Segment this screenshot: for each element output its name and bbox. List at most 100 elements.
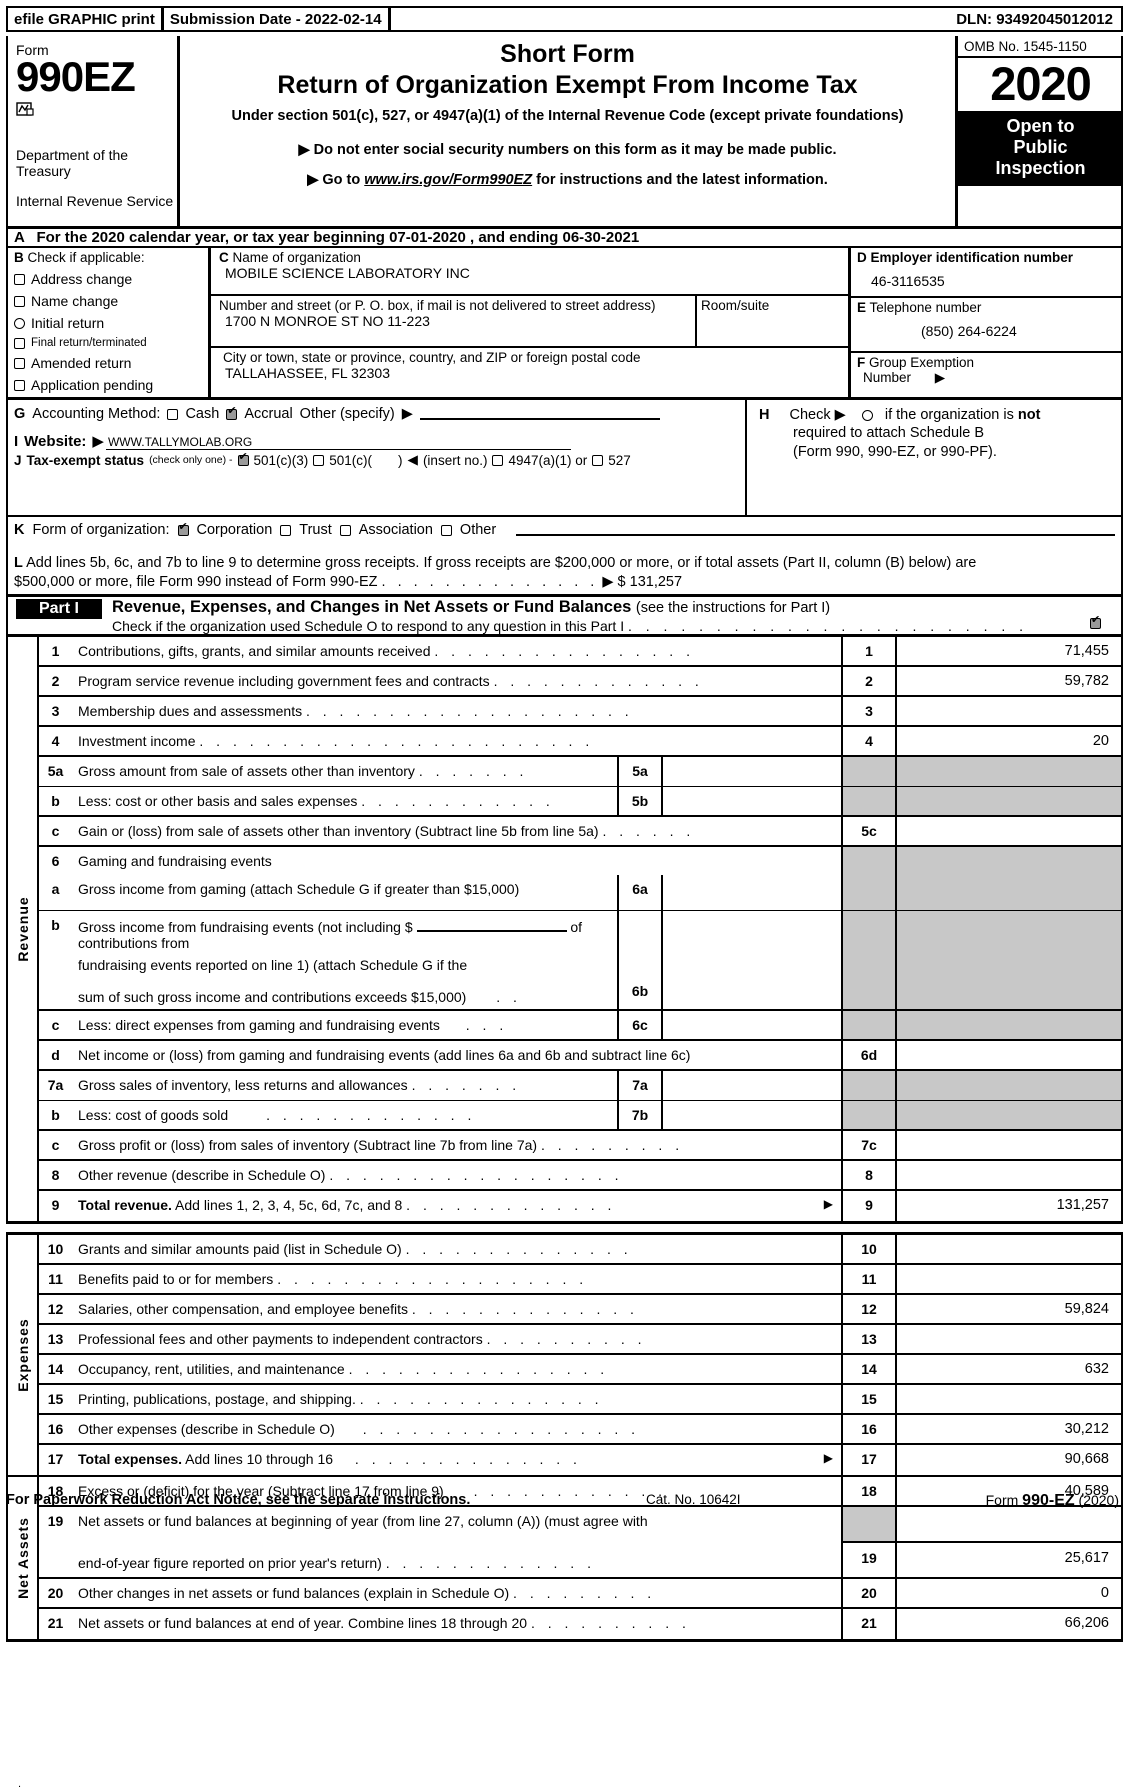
subline-label: 7b <box>617 1101 663 1129</box>
shaded-amount-cell <box>897 1011 1121 1039</box>
row-amount[interactable] <box>897 697 1121 725</box>
row-number: b <box>51 1107 60 1123</box>
row-description: Less: direct expenses from gaming and fu… <box>72 1011 617 1039</box>
subline-label: 5a <box>617 757 663 786</box>
ein-segment: D Employer identification number 46-3116… <box>851 248 1123 298</box>
checkbox-row-name-change[interactable]: Name change <box>14 293 208 309</box>
row-amount[interactable]: 66,206 <box>897 1609 1121 1639</box>
row-amount[interactable]: 131,257 <box>897 1191 1121 1221</box>
line-h-arrow-icon: ▶ <box>834 407 846 423</box>
status-527-checkbox[interactable] <box>592 454 604 466</box>
row-line-label: 6d <box>841 1041 897 1069</box>
part-i-title: Revenue, Expenses, and Changes in Net As… <box>112 598 830 617</box>
status-501c-checkbox[interactable] <box>313 454 325 466</box>
checkbox-row-address-change[interactable]: Address change <box>14 271 208 287</box>
trust-checkbox[interactable] <box>280 524 292 536</box>
website-label: Website: <box>24 433 87 450</box>
row-dots: . . . . . . . . . . . . <box>361 793 555 809</box>
row-number: 6 <box>51 853 60 869</box>
row-amount[interactable]: 632 <box>897 1355 1121 1383</box>
irs-website-link[interactable]: www.irs.gov/Form990EZ <box>364 172 532 188</box>
cash-checkbox[interactable] <box>167 408 179 420</box>
row-number: 12 <box>47 1301 64 1317</box>
row-number: 19 <box>47 1513 64 1529</box>
expenses-side-label: Expenses <box>8 1235 39 1475</box>
row-amount[interactable]: 59,824 <box>897 1295 1121 1323</box>
other-arrow-icon: ▶ <box>401 406 413 422</box>
checkbox-row-initial-return[interactable]: Initial return <box>14 315 208 331</box>
row-line-label: 21 <box>841 1609 897 1639</box>
insert-no-input[interactable] <box>377 459 394 461</box>
row-line-label: 15 <box>841 1385 897 1413</box>
application-pending-checkbox[interactable] <box>14 379 25 391</box>
subline-amount[interactable] <box>663 757 841 786</box>
row-amount[interactable]: 90,668 <box>897 1445 1121 1475</box>
ssn-warning-text: Do not enter social security numbers on … <box>313 142 837 158</box>
name-change-checkbox[interactable] <box>14 295 25 307</box>
row-description-text: Add lines 1, 2, 3, 4, 5c, 6d, 7c, and 8 <box>175 1197 403 1213</box>
row-line-label: 2 <box>841 667 897 695</box>
subline-amount[interactable] <box>663 875 841 910</box>
checkbox-row-amended-return[interactable]: Amended return <box>14 355 208 371</box>
other-org-input[interactable] <box>516 524 1115 536</box>
table-row: c Less: direct expenses from gaming and … <box>39 1011 1121 1041</box>
row-amount[interactable]: 30,212 <box>897 1415 1121 1443</box>
subline-amount[interactable] <box>663 787 841 815</box>
row-amount[interactable]: 25,617 <box>897 1543 1121 1577</box>
row-amount[interactable] <box>897 817 1121 845</box>
row-description-text: Less: direct expenses from gaming and fu… <box>78 1017 440 1033</box>
row-description: Occupancy, rent, utilities, and maintena… <box>72 1355 841 1383</box>
row-amount[interactable] <box>897 1235 1121 1263</box>
row-amount[interactable] <box>897 1325 1121 1353</box>
row-description-text: Occupancy, rent, utilities, and maintena… <box>78 1361 345 1377</box>
shaded-cell <box>841 847 897 875</box>
empty-amount-cell <box>897 1507 1121 1543</box>
row-amount[interactable] <box>897 1041 1121 1069</box>
line-l-dots: . . . . . . . . . . . . . . <box>381 573 599 590</box>
row-description: Contributions, gifts, grants, and simila… <box>72 637 841 665</box>
row-amount[interactable]: 0 <box>897 1579 1121 1607</box>
subline-amount[interactable] <box>663 911 841 1009</box>
row-amount-stack: 25,617 <box>897 1507 1121 1577</box>
subline-amount[interactable] <box>663 1071 841 1100</box>
final-return-checkbox[interactable] <box>14 337 25 349</box>
address-change-label: Address change <box>31 271 133 287</box>
row-amount[interactable] <box>897 1265 1121 1293</box>
address-change-checkbox[interactable] <box>14 273 25 285</box>
row-amount[interactable]: 20 <box>897 727 1121 755</box>
status-4947a1-checkbox[interactable] <box>492 454 504 466</box>
row-amount[interactable] <box>897 1131 1121 1159</box>
table-row: b Gross income from fundraising events (… <box>39 911 1121 1011</box>
other-specify-input[interactable] <box>419 408 660 420</box>
schedule-o-checkbox[interactable] <box>1090 615 1101 629</box>
group-exemption-label-1: Group Exemption <box>869 355 975 370</box>
checkbox-row-final-return[interactable]: Final return/terminated <box>14 337 208 349</box>
website-value[interactable]: WWW.TALLYMOLAB.ORG <box>105 435 571 450</box>
revenue-section: Revenue 1 Contributions, gifts, grants, … <box>6 637 1123 1224</box>
status-501c3-checkbox[interactable] <box>237 452 249 466</box>
row-amount[interactable]: 59,782 <box>897 667 1121 695</box>
amended-return-label: Amended return <box>31 355 132 371</box>
row-amount[interactable]: 71,455 <box>897 637 1121 665</box>
corporation-checkbox[interactable] <box>177 522 189 536</box>
table-row: 9 Total revenue. Add lines 1, 2, 3, 4, 5… <box>39 1191 1121 1221</box>
fundraising-contrib-input[interactable] <box>416 919 567 932</box>
other-org-checkbox[interactable] <box>440 524 452 536</box>
table-row: a Gross income from gaming (attach Sched… <box>39 875 1121 911</box>
row-amount[interactable] <box>897 1385 1121 1413</box>
accrual-checkbox[interactable] <box>226 406 238 420</box>
subline-amount[interactable] <box>663 1101 841 1129</box>
association-checkbox[interactable] <box>339 524 351 536</box>
checkbox-row-application-pending[interactable]: Application pending <box>14 377 208 393</box>
row-amount[interactable] <box>897 1161 1121 1189</box>
line-a-text: For the 2020 calendar year, or tax year … <box>36 229 640 246</box>
schedule-b-checkbox[interactable] <box>861 409 873 421</box>
row-description-text: Gross amount from sale of assets other t… <box>78 763 415 779</box>
initial-return-checkbox[interactable] <box>14 317 25 329</box>
part-i-tag: Part I <box>16 599 102 619</box>
subline-amount[interactable] <box>663 1011 841 1039</box>
table-row: b Less: cost or other basis and sales ex… <box>39 787 1121 817</box>
amended-return-checkbox[interactable] <box>14 357 25 369</box>
row-line-label: 7c <box>841 1131 897 1159</box>
